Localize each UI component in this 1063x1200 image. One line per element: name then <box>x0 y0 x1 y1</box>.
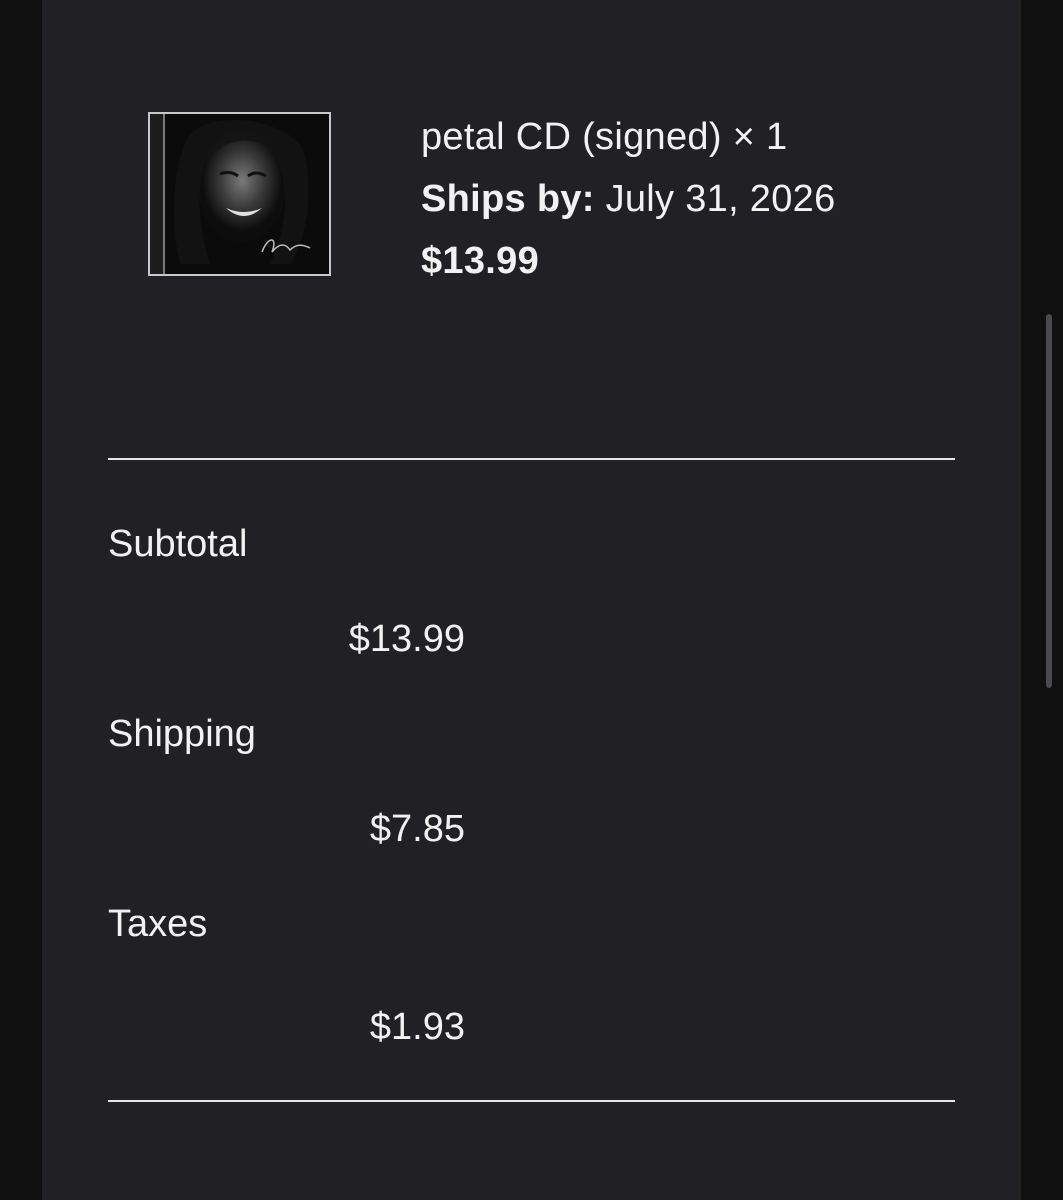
ships-by-row: Ships by: July 31, 2026 <box>421 168 836 230</box>
subtotal-label: Subtotal <box>108 523 248 565</box>
album-cover-image-icon <box>150 114 329 274</box>
taxes-label: Taxes <box>108 903 208 945</box>
ships-by-date: July 31, 2026 <box>605 178 836 220</box>
bottom-divider <box>108 1100 955 1102</box>
item-price: $13.99 <box>421 240 540 282</box>
ships-by-label: Ships by: <box>421 178 595 220</box>
subtotal-value: $13.99 <box>348 618 465 660</box>
top-divider <box>108 458 955 460</box>
item-details: petal CD (signed) × 1 Ships by: July 31,… <box>421 106 836 292</box>
product-thumbnail <box>148 112 331 276</box>
scrollbar[interactable] <box>1046 314 1052 688</box>
order-summary-page: petal CD (signed) × 1 Ships by: July 31,… <box>0 0 1063 1200</box>
shipping-label: Shipping <box>108 713 256 755</box>
item-title: petal CD (signed) × 1 <box>421 116 788 158</box>
taxes-value: $1.93 <box>369 1006 465 1048</box>
shipping-value: $7.85 <box>369 808 465 850</box>
